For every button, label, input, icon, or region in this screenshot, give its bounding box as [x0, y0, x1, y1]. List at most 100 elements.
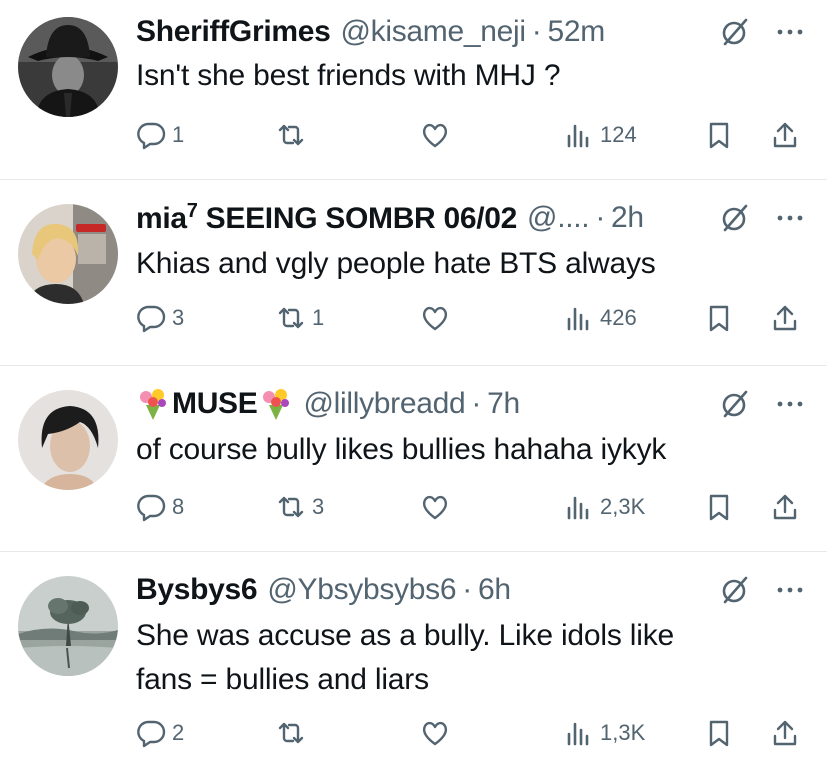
- heart-icon: [422, 306, 448, 331]
- more-options-icon[interactable]: [775, 17, 805, 47]
- view-count: 124: [600, 122, 637, 147]
- share-button[interactable]: [770, 118, 800, 152]
- reply-button[interactable]: 3: [136, 301, 184, 335]
- tweet[interactable]: Bysbys6 @Ybsybsybs6 · 6h She was accuse …: [0, 552, 827, 777]
- repost-icon: [278, 722, 304, 744]
- reply-icon: [137, 720, 166, 748]
- analytics-icon: [567, 307, 589, 331]
- repost-button[interactable]: [276, 716, 312, 750]
- bookmark-button[interactable]: [704, 118, 734, 152]
- view-count: 1,3K: [600, 720, 646, 745]
- like-button[interactable]: [420, 490, 450, 524]
- action-bar: 2 1,3K: [136, 716, 809, 750]
- analytics-icon: [567, 124, 589, 148]
- bouquet-emoji-icon: [263, 389, 290, 420]
- user-handle[interactable]: @Ybsybsybs6: [267, 573, 456, 607]
- avatar[interactable]: [18, 390, 118, 490]
- reply-count: 2: [172, 720, 185, 745]
- bookmark-button[interactable]: [704, 716, 734, 750]
- view-count: 426: [600, 305, 637, 330]
- action-bar: 8 3 2,3K: [136, 490, 809, 524]
- repost-button[interactable]: 1: [276, 301, 324, 335]
- grok-icon[interactable]: [719, 574, 751, 606]
- tweet-text: of course bully likes bullies hahaha iyk…: [136, 433, 667, 466]
- reply-count: 8: [172, 494, 185, 519]
- like-button[interactable]: [420, 716, 450, 750]
- analytics-icon: [567, 496, 589, 520]
- like-button[interactable]: [420, 301, 450, 335]
- avatar-image: [18, 390, 118, 490]
- repost-count: 3: [312, 494, 325, 519]
- display-name[interactable]: SheriffGrimes: [136, 15, 331, 49]
- heart-icon: [422, 123, 448, 148]
- timestamp[interactable]: 2h: [611, 201, 644, 235]
- tweet-text: Isn't she best friends with MHJ ?: [136, 59, 561, 92]
- share-button[interactable]: [770, 301, 800, 335]
- views-button[interactable]: 426: [564, 301, 637, 335]
- timestamp[interactable]: 6h: [478, 573, 511, 607]
- tweet-header: SheriffGrimes @kisame_neji · 52m: [136, 12, 809, 52]
- share-button[interactable]: [770, 716, 800, 750]
- views-button[interactable]: 1,3K: [564, 716, 645, 750]
- grok-icon[interactable]: [719, 16, 751, 48]
- share-icon: [773, 720, 797, 746]
- reply-button[interactable]: 8: [136, 490, 184, 524]
- separator-dot: ·: [531, 15, 542, 48]
- more-options-icon[interactable]: [775, 389, 805, 419]
- avatar[interactable]: [18, 204, 118, 304]
- avatar[interactable]: [18, 576, 118, 676]
- heart-icon: [422, 495, 448, 520]
- avatar-image: [18, 576, 118, 676]
- bouquet-emoji-icon: [140, 389, 166, 420]
- analytics-icon: [567, 722, 589, 746]
- tweet-text-line: She was accuse as a bully. Like idols li…: [136, 619, 674, 652]
- timestamp[interactable]: 52m: [547, 15, 605, 49]
- more-options-icon[interactable]: [775, 575, 805, 605]
- timestamp[interactable]: 7h: [487, 387, 520, 421]
- like-button[interactable]: [420, 118, 450, 152]
- reply-icon: [137, 122, 166, 150]
- share-button[interactable]: [770, 490, 800, 524]
- grok-icon[interactable]: [719, 388, 751, 420]
- action-bar: 1 124: [136, 118, 809, 152]
- views-button[interactable]: 124: [564, 118, 637, 152]
- reply-button[interactable]: 2: [136, 716, 184, 750]
- repost-icon: [278, 307, 304, 329]
- repost-icon: [278, 496, 304, 518]
- separator-dot: ·: [595, 201, 606, 234]
- more-options-icon[interactable]: [775, 203, 805, 233]
- tweet-header: MUSE @lillybreadd · 7h: [136, 384, 809, 424]
- avatar[interactable]: [18, 17, 118, 117]
- separator-dot: ·: [471, 387, 482, 420]
- user-handle[interactable]: @....: [527, 201, 590, 235]
- tweet-text-line: fans = bullies and liars: [136, 663, 429, 696]
- share-icon: [773, 305, 797, 331]
- view-count: 2,3K: [600, 494, 646, 519]
- bookmark-button[interactable]: [704, 301, 734, 335]
- grok-icon[interactable]: [719, 202, 751, 234]
- tweet[interactable]: mia7 SEEING SOMBR 06/02 @.... · 2h Khias…: [0, 180, 827, 366]
- display-name[interactable]: MUSE: [172, 387, 258, 421]
- action-bar: 3 1 426: [136, 301, 809, 335]
- reply-count: 3: [172, 305, 185, 330]
- user-handle[interactable]: @kisame_neji: [341, 15, 527, 49]
- views-button[interactable]: 2,3K: [564, 490, 645, 524]
- reply-button[interactable]: 1: [136, 118, 184, 152]
- tweet-header: Bysbys6 @Ybsybsybs6 · 6h: [136, 570, 809, 610]
- display-name[interactable]: Bysbys6: [136, 573, 258, 607]
- bookmark-icon: [709, 494, 729, 521]
- repost-button[interactable]: 3: [276, 490, 324, 524]
- reply-feed: SheriffGrimes @kisame_neji · 52m Isn't s…: [0, 0, 827, 777]
- user-handle[interactable]: @lillybreadd: [303, 387, 465, 421]
- tweet-text: Khias and vgly people hate BTS always: [136, 247, 656, 280]
- repost-icon: [278, 124, 304, 146]
- bookmark-button[interactable]: [704, 490, 734, 524]
- repost-button[interactable]: [276, 118, 312, 152]
- avatar-image: [18, 17, 118, 117]
- repost-count: 1: [312, 305, 325, 330]
- reply-count: 1: [172, 122, 185, 147]
- display-name[interactable]: mia7 SEEING SOMBR 06/02: [136, 200, 517, 236]
- tweet[interactable]: MUSE @lillybreadd · 7h of course bully l…: [0, 366, 827, 552]
- tweet[interactable]: SheriffGrimes @kisame_neji · 52m Isn't s…: [0, 0, 827, 180]
- share-icon: [773, 494, 797, 520]
